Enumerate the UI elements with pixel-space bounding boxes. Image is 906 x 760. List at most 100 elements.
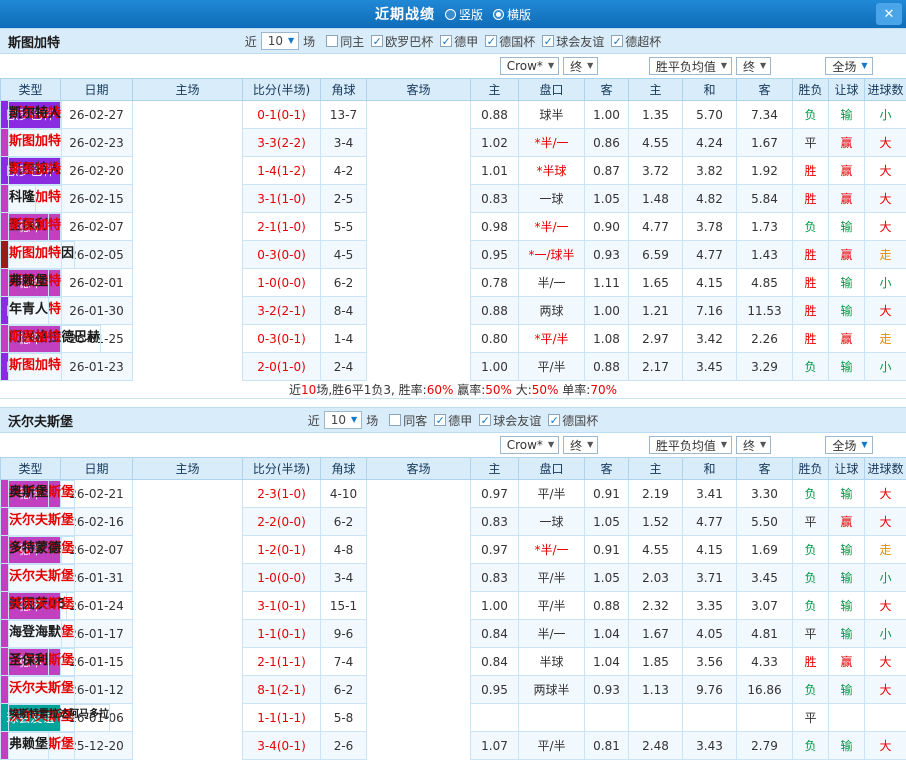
handicap-line: 球半 (519, 101, 585, 129)
col-win: 主 (629, 79, 683, 101)
result-goals: 大 (865, 676, 906, 704)
away-team: 斯图加特 (8, 157, 62, 185)
checkbox-checked-icon: ✓ (371, 35, 383, 47)
odds-select-row: Crow* ▼ 终 ▼ 胜平负均值 ▼ 终 ▼ 全场 ▼ (0, 433, 906, 457)
filter-checkbox[interactable]: ✓德甲 (440, 33, 478, 50)
layout-vertical-radio[interactable]: 竖版 (445, 6, 483, 23)
layout-horizontal-radio[interactable]: 横版 (493, 6, 531, 23)
match-count-select[interactable]: 10 ▼ (261, 32, 299, 50)
avg-stage-select[interactable]: 终 ▼ (736, 57, 771, 75)
result-outcome: 胜 (793, 185, 829, 213)
scope-select[interactable]: 全场 ▼ (825, 436, 872, 454)
away-team: 斯图加特 (8, 325, 62, 353)
corner-count: 4-10 (321, 480, 367, 508)
handicap-away-odds: 0.91 (585, 480, 629, 508)
away-team: 沃尔夫斯堡 (8, 592, 75, 620)
handicap-home-odds: 0.84 (471, 648, 519, 676)
col-draw: 和 (683, 79, 737, 101)
odds-stage-value: 终 (570, 58, 582, 75)
summary-line: 近10场,胜6平1负3, 胜率:60% 赢率:50% 大:50% 单率:70% (0, 381, 906, 399)
corner-count: 13-7 (321, 101, 367, 129)
match-row: 德甲26-01-31科隆1-0(0-0)3-4沃尔夫斯堡0.83平/半1.052… (1, 564, 906, 592)
filter-bar: 近 10 ▼ 场 同主✓欧罗巴杯✓德甲✓德国杯✓球会友谊✓德超杯 (245, 32, 662, 50)
match-count-select[interactable]: 10 ▼ (324, 411, 362, 429)
match-score: 2-3(1-0) (243, 480, 321, 508)
odds-draw: 3.71 (683, 564, 737, 592)
matches-table: 类型 日期 主场 比分(半场) 角球 客场 主 盘口 客 主 和 客 胜负 让球… (0, 457, 906, 760)
titlebar: 近期战绩 竖版 横版 ✕ (0, 0, 906, 28)
table-header-row: 类型 日期 主场 比分(半场) 角球 客场 主 盘口 客 主 和 客 胜负 让球… (1, 79, 906, 101)
avg-type-select[interactable]: 胜平负均值 ▼ (649, 57, 732, 75)
handicap-home-odds: 0.97 (471, 480, 519, 508)
match-row: 德甲26-02-16RB莱比锡2-2(0-0)6-2沃尔夫斯堡0.83一球1.0… (1, 508, 906, 536)
handicap-away-odds: 1.04 (585, 648, 629, 676)
avg-type-select[interactable]: 胜平负均值 ▼ (649, 436, 732, 454)
checkbox-label: 同主 (340, 33, 364, 50)
filter-checkbox[interactable]: ✓欧罗巴杯 (371, 33, 433, 50)
result-handicap: 输 (829, 564, 865, 592)
odds-company-select[interactable]: Crow* ▼ (500, 436, 559, 454)
avg-type-value: 胜平负均值 (656, 58, 716, 75)
summary-segment: 近 (289, 381, 301, 398)
away-team: 沃尔夫斯堡 (8, 676, 75, 704)
odds-company-value: Crow* (507, 438, 543, 452)
odds-home-win: 2.19 (629, 480, 683, 508)
odds-stage-select[interactable]: 终 ▼ (563, 57, 598, 75)
col-handicap-home: 主 (471, 79, 519, 101)
handicap-line (519, 704, 585, 732)
filter-checkbox[interactable]: ✓德国杯 (485, 33, 535, 50)
odds-draw: 3.35 (683, 592, 737, 620)
checkbox-checked-icon: ✓ (548, 414, 560, 426)
chevron-down-icon: ▼ (548, 62, 554, 70)
odds-draw: 4.82 (683, 185, 737, 213)
odds-away-win: 1.92 (737, 157, 793, 185)
filter-checkbox[interactable]: ✓球会友谊 (479, 412, 541, 429)
league-filter-checkboxes: 同主✓欧罗巴杯✓德甲✓德国杯✓球会友谊✓德超杯 (319, 33, 661, 50)
odds-home-win: 1.13 (629, 676, 683, 704)
odds-home-win: 3.72 (629, 157, 683, 185)
match-score: 0-3(0-0) (243, 241, 321, 269)
checkbox-label: 德甲 (454, 33, 478, 50)
handicap-line: 一球 (519, 185, 585, 213)
away-team: 凯尔特人 (8, 101, 62, 129)
odds-home-win: 2.17 (629, 353, 683, 381)
odds-away-win: 3.30 (737, 480, 793, 508)
odds-away-win: 2.26 (737, 325, 793, 353)
chevron-down-icon: ▼ (861, 62, 867, 70)
odds-home-win: 2.32 (629, 592, 683, 620)
handicap-away-odds (585, 704, 629, 732)
handicap-line: 两球半 (519, 676, 585, 704)
odds-draw: 4.15 (683, 269, 737, 297)
filter-checkbox[interactable]: ✓德甲 (434, 412, 472, 429)
filter-checkbox[interactable]: 同客 (389, 412, 427, 429)
scope-select[interactable]: 全场 ▼ (825, 57, 872, 75)
handicap-home-odds: 1.01 (471, 157, 519, 185)
col-goals: 进球数 (865, 458, 906, 480)
close-button[interactable]: ✕ (876, 3, 902, 25)
away-team: 多特蒙德 (8, 536, 62, 564)
filter-checkbox[interactable]: 同主 (326, 33, 364, 50)
match-row: 德甲26-02-01斯图加特1-0(0-0)6-2弗赖堡0.78半/一1.111… (1, 269, 906, 297)
checkbox-label: 欧罗巴杯 (385, 33, 433, 50)
summary-segment: 场,胜6平1负3, 胜率: (316, 381, 426, 398)
col-type: 类型 (1, 458, 61, 480)
corner-count: 6-2 (321, 269, 367, 297)
filter-checkbox[interactable]: ✓德国杯 (548, 412, 598, 429)
filter-checkbox[interactable]: ✓德超杯 (611, 33, 661, 50)
match-row: 德甲26-02-07圣保利2-1(1-0)5-5斯图加特0.98*半/一0.90… (1, 213, 906, 241)
page-title: 近期战绩 (375, 4, 435, 24)
filter-checkbox[interactable]: ✓球会友谊 (542, 33, 604, 50)
checkbox-label: 球会友谊 (493, 412, 541, 429)
corner-count: 8-4 (321, 297, 367, 325)
handicap-line: *半球 (519, 157, 585, 185)
odds-home-win: 1.35 (629, 101, 683, 129)
avg-stage-select[interactable]: 终 ▼ (736, 436, 771, 454)
result-goals: 走 (865, 325, 906, 353)
odds-company-select[interactable]: Crow* ▼ (500, 57, 559, 75)
handicap-line: 平/半 (519, 353, 585, 381)
scope-value: 全场 (832, 58, 856, 75)
handicap-select-group: Crow* ▼ 终 ▼ (470, 57, 628, 75)
odds-stage-select[interactable]: 终 ▼ (563, 436, 598, 454)
result-outcome: 负 (793, 536, 829, 564)
result-outcome: 胜 (793, 648, 829, 676)
